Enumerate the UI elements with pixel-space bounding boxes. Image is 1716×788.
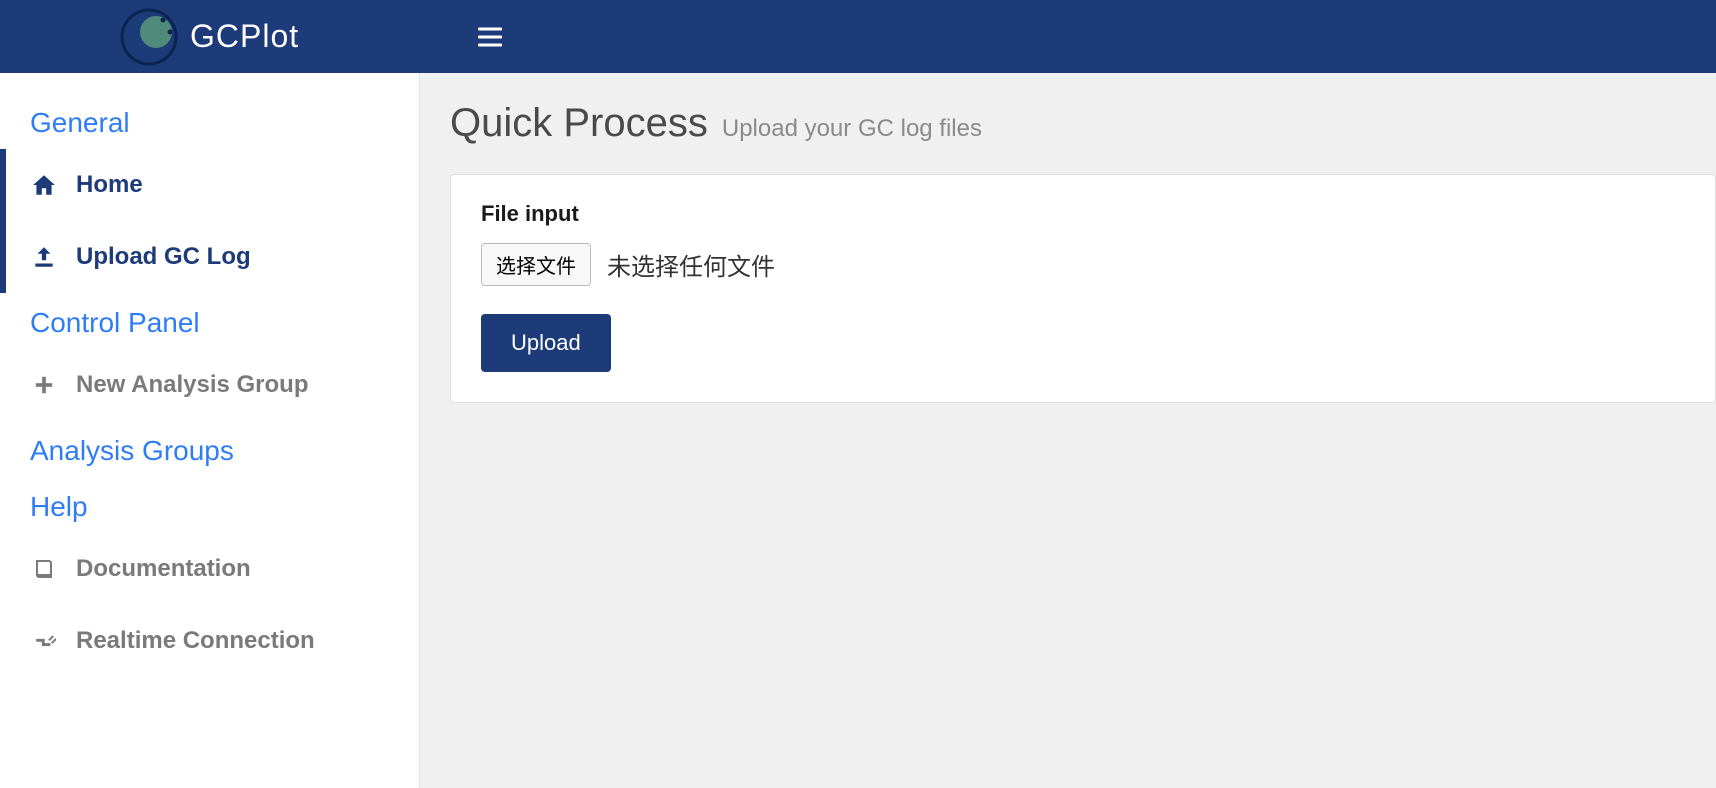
home-icon [30, 172, 58, 198]
brand-logo-icon [120, 8, 178, 66]
sidebar-item-label: Upload GC Log [76, 243, 251, 271]
file-input-label: File input [481, 201, 1685, 227]
sidebar: General Home Upload GC Log Control Panel… [0, 73, 420, 788]
file-status-text: 未选择任何文件 [607, 247, 775, 282]
upload-button[interactable]: Upload [481, 314, 611, 372]
brand-name: GCPlot [190, 18, 299, 55]
book-icon [30, 557, 58, 581]
main-content: Quick Process Upload your GC log files F… [420, 73, 1716, 788]
sidebar-section-control-panel: Control Panel [0, 293, 419, 349]
app-header: GCPlot [0, 0, 1716, 73]
sidebar-item-label: New Analysis Group [76, 371, 309, 399]
sidebar-item-label: Home [76, 171, 143, 199]
menu-toggle-icon[interactable] [478, 27, 502, 46]
sidebar-item-documentation[interactable]: Documentation [0, 533, 419, 605]
sidebar-item-realtime-connection[interactable]: Realtime Connection [0, 605, 419, 677]
page-subtitle: Upload your GC log files [722, 115, 982, 143]
sidebar-item-label: Documentation [76, 555, 251, 583]
sidebar-section-help: Help [0, 477, 419, 533]
sidebar-item-home[interactable]: Home [0, 149, 419, 221]
upload-icon [30, 244, 58, 270]
sidebar-item-new-analysis-group[interactable]: New Analysis Group [0, 349, 419, 421]
plug-icon [30, 629, 58, 653]
page-title: Quick Process [450, 101, 708, 146]
upload-card: File input 选择文件 未选择任何文件 Upload [450, 174, 1716, 403]
plus-icon [30, 374, 58, 396]
page-header: Quick Process Upload your GC log files [450, 101, 1716, 146]
choose-file-button[interactable]: 选择文件 [481, 243, 591, 286]
sidebar-item-label: Realtime Connection [76, 627, 315, 655]
sidebar-section-general: General [0, 93, 419, 149]
brand[interactable]: GCPlot [120, 8, 299, 66]
sidebar-item-upload-gc-log[interactable]: Upload GC Log [0, 221, 419, 293]
sidebar-section-analysis-groups: Analysis Groups [0, 421, 419, 477]
